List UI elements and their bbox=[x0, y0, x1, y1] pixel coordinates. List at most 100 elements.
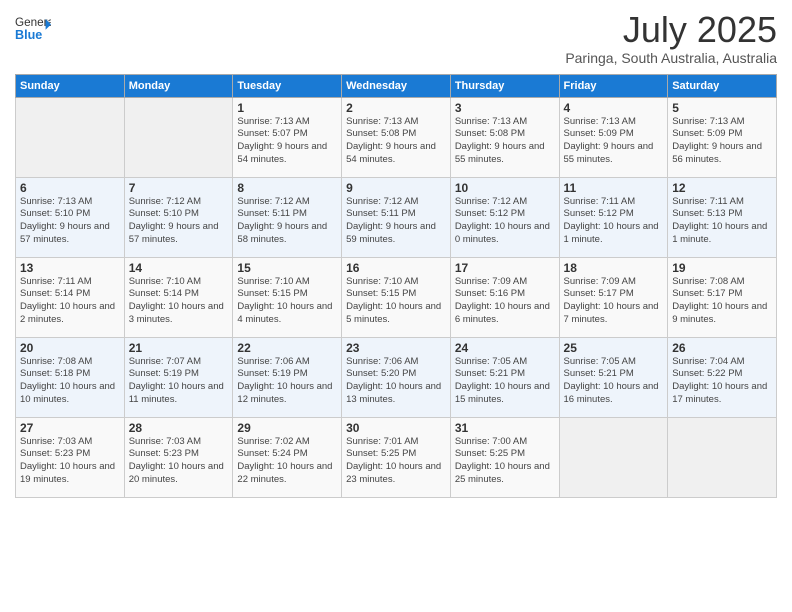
day-info: Sunrise: 7:00 AMSunset: 5:25 PMDaylight:… bbox=[455, 436, 555, 487]
day-info: Sunrise: 7:05 AMSunset: 5:21 PMDaylight:… bbox=[455, 356, 555, 407]
dow-header-friday: Friday bbox=[559, 74, 668, 97]
day-info: Sunrise: 7:13 AMSunset: 5:09 PMDaylight:… bbox=[564, 116, 664, 167]
day-info: Sunrise: 7:12 AMSunset: 5:11 PMDaylight:… bbox=[346, 196, 446, 247]
calendar-cell: 10Sunrise: 7:12 AMSunset: 5:12 PMDayligh… bbox=[450, 177, 559, 257]
dow-header-saturday: Saturday bbox=[668, 74, 777, 97]
day-number: 19 bbox=[672, 261, 772, 275]
day-number: 17 bbox=[455, 261, 555, 275]
dow-header-tuesday: Tuesday bbox=[233, 74, 342, 97]
day-number: 26 bbox=[672, 341, 772, 355]
day-number: 5 bbox=[672, 101, 772, 115]
calendar-body: 1Sunrise: 7:13 AMSunset: 5:07 PMDaylight… bbox=[16, 97, 777, 497]
day-info: Sunrise: 7:09 AMSunset: 5:16 PMDaylight:… bbox=[455, 276, 555, 327]
calendar-week-4: 20Sunrise: 7:08 AMSunset: 5:18 PMDayligh… bbox=[16, 337, 777, 417]
day-info: Sunrise: 7:13 AMSunset: 5:08 PMDaylight:… bbox=[455, 116, 555, 167]
day-info: Sunrise: 7:13 AMSunset: 5:09 PMDaylight:… bbox=[672, 116, 772, 167]
svg-text:Blue: Blue bbox=[15, 28, 42, 42]
day-info: Sunrise: 7:10 AMSunset: 5:14 PMDaylight:… bbox=[129, 276, 229, 327]
day-number: 21 bbox=[129, 341, 229, 355]
day-info: Sunrise: 7:04 AMSunset: 5:22 PMDaylight:… bbox=[672, 356, 772, 407]
calendar-cell: 24Sunrise: 7:05 AMSunset: 5:21 PMDayligh… bbox=[450, 337, 559, 417]
calendar-cell: 25Sunrise: 7:05 AMSunset: 5:21 PMDayligh… bbox=[559, 337, 668, 417]
calendar-cell: 22Sunrise: 7:06 AMSunset: 5:19 PMDayligh… bbox=[233, 337, 342, 417]
calendar-cell: 6Sunrise: 7:13 AMSunset: 5:10 PMDaylight… bbox=[16, 177, 125, 257]
day-info: Sunrise: 7:06 AMSunset: 5:20 PMDaylight:… bbox=[346, 356, 446, 407]
day-number: 6 bbox=[20, 181, 120, 195]
day-info: Sunrise: 7:03 AMSunset: 5:23 PMDaylight:… bbox=[129, 436, 229, 487]
calendar-cell: 28Sunrise: 7:03 AMSunset: 5:23 PMDayligh… bbox=[124, 417, 233, 497]
day-info: Sunrise: 7:13 AMSunset: 5:08 PMDaylight:… bbox=[346, 116, 446, 167]
calendar-cell bbox=[16, 97, 125, 177]
calendar-cell: 21Sunrise: 7:07 AMSunset: 5:19 PMDayligh… bbox=[124, 337, 233, 417]
calendar-cell: 14Sunrise: 7:10 AMSunset: 5:14 PMDayligh… bbox=[124, 257, 233, 337]
day-number: 14 bbox=[129, 261, 229, 275]
location-subtitle: Paringa, South Australia, Australia bbox=[565, 50, 777, 66]
day-of-week-row: SundayMondayTuesdayWednesdayThursdayFrid… bbox=[16, 74, 777, 97]
day-number: 28 bbox=[129, 421, 229, 435]
day-info: Sunrise: 7:07 AMSunset: 5:19 PMDaylight:… bbox=[129, 356, 229, 407]
day-info: Sunrise: 7:11 AMSunset: 5:12 PMDaylight:… bbox=[564, 196, 664, 247]
day-number: 4 bbox=[564, 101, 664, 115]
day-number: 1 bbox=[237, 101, 337, 115]
calendar-cell: 15Sunrise: 7:10 AMSunset: 5:15 PMDayligh… bbox=[233, 257, 342, 337]
calendar-cell: 16Sunrise: 7:10 AMSunset: 5:15 PMDayligh… bbox=[342, 257, 451, 337]
title-area: July 2025 Paringa, South Australia, Aust… bbox=[565, 10, 777, 66]
calendar-cell: 9Sunrise: 7:12 AMSunset: 5:11 PMDaylight… bbox=[342, 177, 451, 257]
day-info: Sunrise: 7:13 AMSunset: 5:10 PMDaylight:… bbox=[20, 196, 120, 247]
calendar-cell: 5Sunrise: 7:13 AMSunset: 5:09 PMDaylight… bbox=[668, 97, 777, 177]
day-info: Sunrise: 7:06 AMSunset: 5:19 PMDaylight:… bbox=[237, 356, 337, 407]
calendar-cell: 27Sunrise: 7:03 AMSunset: 5:23 PMDayligh… bbox=[16, 417, 125, 497]
day-number: 16 bbox=[346, 261, 446, 275]
day-info: Sunrise: 7:12 AMSunset: 5:10 PMDaylight:… bbox=[129, 196, 229, 247]
dow-header-sunday: Sunday bbox=[16, 74, 125, 97]
calendar-cell bbox=[124, 97, 233, 177]
calendar-cell: 30Sunrise: 7:01 AMSunset: 5:25 PMDayligh… bbox=[342, 417, 451, 497]
day-number: 20 bbox=[20, 341, 120, 355]
calendar-table: SundayMondayTuesdayWednesdayThursdayFrid… bbox=[15, 74, 777, 498]
day-info: Sunrise: 7:10 AMSunset: 5:15 PMDaylight:… bbox=[237, 276, 337, 327]
day-info: Sunrise: 7:03 AMSunset: 5:23 PMDaylight:… bbox=[20, 436, 120, 487]
calendar-cell: 18Sunrise: 7:09 AMSunset: 5:17 PMDayligh… bbox=[559, 257, 668, 337]
day-info: Sunrise: 7:02 AMSunset: 5:24 PMDaylight:… bbox=[237, 436, 337, 487]
day-number: 18 bbox=[564, 261, 664, 275]
day-number: 3 bbox=[455, 101, 555, 115]
month-year-title: July 2025 bbox=[565, 10, 777, 50]
day-info: Sunrise: 7:11 AMSunset: 5:13 PMDaylight:… bbox=[672, 196, 772, 247]
day-number: 30 bbox=[346, 421, 446, 435]
calendar-cell: 1Sunrise: 7:13 AMSunset: 5:07 PMDaylight… bbox=[233, 97, 342, 177]
calendar-week-2: 6Sunrise: 7:13 AMSunset: 5:10 PMDaylight… bbox=[16, 177, 777, 257]
day-number: 2 bbox=[346, 101, 446, 115]
calendar-cell bbox=[668, 417, 777, 497]
logo-icon: General Blue bbox=[15, 10, 51, 46]
calendar-cell: 19Sunrise: 7:08 AMSunset: 5:17 PMDayligh… bbox=[668, 257, 777, 337]
logo: General Blue bbox=[15, 10, 55, 46]
day-number: 24 bbox=[455, 341, 555, 355]
day-number: 7 bbox=[129, 181, 229, 195]
day-number: 15 bbox=[237, 261, 337, 275]
day-number: 8 bbox=[237, 181, 337, 195]
day-number: 23 bbox=[346, 341, 446, 355]
day-number: 11 bbox=[564, 181, 664, 195]
day-number: 27 bbox=[20, 421, 120, 435]
dow-header-thursday: Thursday bbox=[450, 74, 559, 97]
calendar-cell: 4Sunrise: 7:13 AMSunset: 5:09 PMDaylight… bbox=[559, 97, 668, 177]
calendar-cell: 31Sunrise: 7:00 AMSunset: 5:25 PMDayligh… bbox=[450, 417, 559, 497]
calendar-cell: 26Sunrise: 7:04 AMSunset: 5:22 PMDayligh… bbox=[668, 337, 777, 417]
day-number: 22 bbox=[237, 341, 337, 355]
calendar-cell: 17Sunrise: 7:09 AMSunset: 5:16 PMDayligh… bbox=[450, 257, 559, 337]
calendar-cell: 7Sunrise: 7:12 AMSunset: 5:10 PMDaylight… bbox=[124, 177, 233, 257]
day-number: 29 bbox=[237, 421, 337, 435]
calendar-cell: 13Sunrise: 7:11 AMSunset: 5:14 PMDayligh… bbox=[16, 257, 125, 337]
calendar-cell: 8Sunrise: 7:12 AMSunset: 5:11 PMDaylight… bbox=[233, 177, 342, 257]
day-number: 13 bbox=[20, 261, 120, 275]
day-number: 10 bbox=[455, 181, 555, 195]
day-info: Sunrise: 7:05 AMSunset: 5:21 PMDaylight:… bbox=[564, 356, 664, 407]
calendar-week-3: 13Sunrise: 7:11 AMSunset: 5:14 PMDayligh… bbox=[16, 257, 777, 337]
dow-header-wednesday: Wednesday bbox=[342, 74, 451, 97]
calendar-cell: 11Sunrise: 7:11 AMSunset: 5:12 PMDayligh… bbox=[559, 177, 668, 257]
day-info: Sunrise: 7:08 AMSunset: 5:18 PMDaylight:… bbox=[20, 356, 120, 407]
day-info: Sunrise: 7:08 AMSunset: 5:17 PMDaylight:… bbox=[672, 276, 772, 327]
day-info: Sunrise: 7:13 AMSunset: 5:07 PMDaylight:… bbox=[237, 116, 337, 167]
calendar-cell: 3Sunrise: 7:13 AMSunset: 5:08 PMDaylight… bbox=[450, 97, 559, 177]
calendar-cell bbox=[559, 417, 668, 497]
